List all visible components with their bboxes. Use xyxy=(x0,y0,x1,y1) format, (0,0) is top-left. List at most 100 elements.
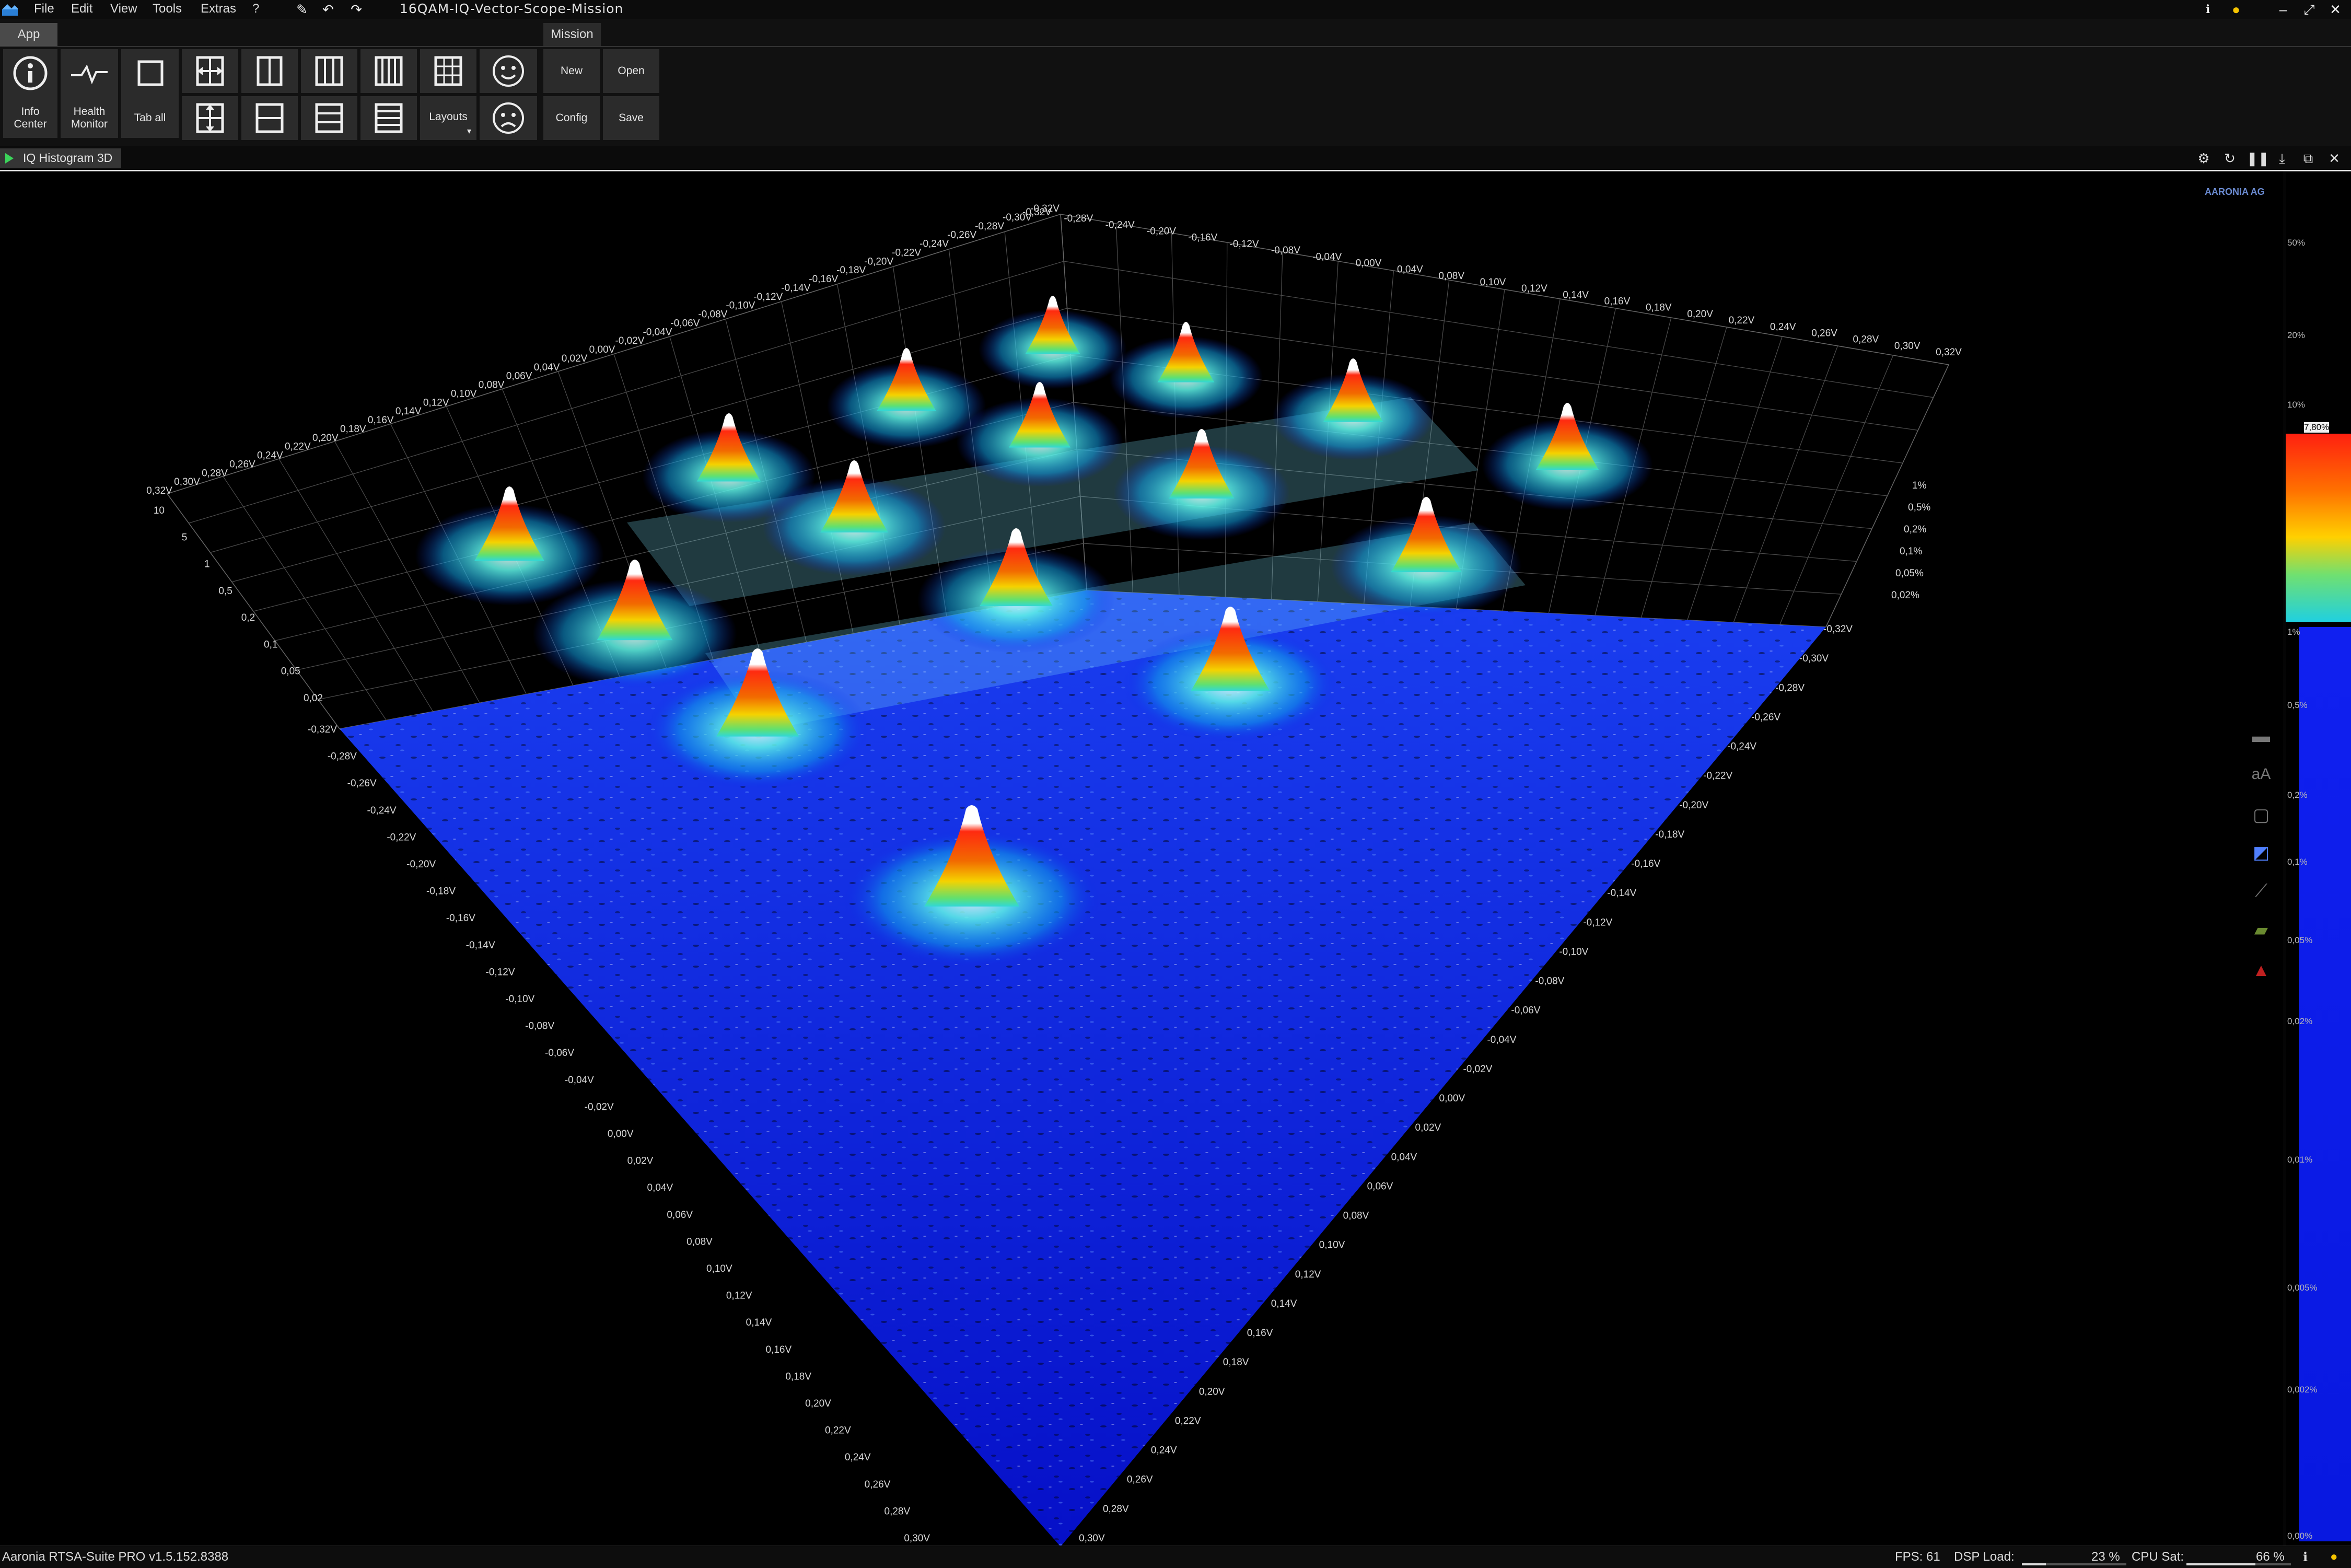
undo-icon[interactable]: ↶ xyxy=(320,1,336,18)
health-monitor-label: Health Monitor xyxy=(71,106,108,130)
cpu-sat-label: CPU Sat: xyxy=(2132,1550,2184,1564)
surface-icon[interactable]: ▰ xyxy=(2249,920,2273,944)
redo-icon[interactable]: ↷ xyxy=(348,1,365,18)
i-axis-back-label: 0,26V xyxy=(229,459,255,470)
smiley-icon xyxy=(493,55,524,87)
i-axis-front-label: 0,16V xyxy=(766,1344,792,1355)
health-monitor-button[interactable]: Health Monitor xyxy=(61,49,118,138)
three-columns-icon xyxy=(315,56,343,86)
color-scale-gradient[interactable] xyxy=(2286,434,2351,622)
q-axis-front-label: 0,18V xyxy=(1223,1357,1249,1368)
happy-face-button[interactable] xyxy=(480,49,537,93)
sad-face-button[interactable] xyxy=(480,96,537,140)
menu-extras[interactable]: Extras xyxy=(201,2,236,16)
height-axis-left-label: 0,02 xyxy=(304,693,323,704)
color-map-icon[interactable]: ◩ xyxy=(2249,842,2273,866)
two-columns-icon xyxy=(257,56,283,86)
i-axis-front-label: -0,28V xyxy=(328,751,357,762)
q-axis-front-label: -0,26V xyxy=(1751,712,1780,723)
q-axis-front-label: -0,06V xyxy=(1511,1005,1540,1016)
pause-icon[interactable]: ❚❚ xyxy=(2247,149,2269,167)
q-axis-back-label: 0,12V xyxy=(1521,283,1547,294)
close-icon[interactable]: ✕ xyxy=(2325,1,2346,18)
i-axis-back-label: -0,14V xyxy=(781,283,810,294)
i-axis-back-label: 0,22V xyxy=(285,442,311,452)
settings-gear-icon[interactable]: ⚙ xyxy=(2194,149,2213,167)
height-axis-left-label: 1 xyxy=(204,559,210,570)
q-axis-back-label: 0,10V xyxy=(1480,277,1506,288)
i-axis-front-label: 0,18V xyxy=(785,1371,811,1382)
height-axis-left-label: 5 xyxy=(182,532,188,543)
tab-app[interactable]: App xyxy=(0,23,57,46)
i-axis-front-label: 0,24V xyxy=(845,1452,871,1463)
font-size-icon[interactable]: aA xyxy=(2249,765,2273,789)
tab-all-button[interactable]: Tab all xyxy=(121,49,179,138)
menu-tools[interactable]: Tools xyxy=(153,2,182,16)
q-axis-back-label: -0,28V xyxy=(1064,213,1093,224)
download-icon[interactable]: ⤓ xyxy=(2273,149,2291,167)
q-axis-back-label: -0,20V xyxy=(1147,226,1176,237)
menu-view[interactable]: View xyxy=(110,2,137,16)
mission-save-button[interactable]: Save xyxy=(603,96,659,140)
q-axis-back-label: 0,30V xyxy=(1894,341,1921,352)
close-view-icon[interactable]: ✕ xyxy=(2325,149,2344,167)
layouts-dropdown-button[interactable]: Layouts ▾ xyxy=(420,96,476,140)
play-icon[interactable] xyxy=(5,153,14,164)
notification-icon[interactable]: ● xyxy=(2228,1,2244,18)
i-axis-front-label: 0,08V xyxy=(686,1236,713,1247)
tab-mission[interactable]: Mission xyxy=(543,23,601,46)
i-axis-front-label: -0,24V xyxy=(367,805,397,816)
layout-2-rows-button[interactable] xyxy=(241,96,298,140)
frame-icon[interactable]: ▢ xyxy=(2249,805,2273,829)
iq-histogram-3d-plot[interactable]: 0,32V0,30V0,28V0,26V0,24V0,22V0,20V0,18V… xyxy=(0,171,2351,1546)
i-axis-front-label: 0,04V xyxy=(647,1182,673,1193)
layout-4-rows-button[interactable] xyxy=(360,96,417,140)
layout-horizontal-arrows-button[interactable] xyxy=(182,49,238,93)
status-notification-icon[interactable]: ● xyxy=(2330,1550,2338,1564)
info-center-button[interactable]: Info Center xyxy=(3,49,57,138)
menu-help[interactable]: ? xyxy=(252,2,259,16)
i-axis-back-label: -0,12V xyxy=(753,292,783,303)
layout-4-columns-button[interactable] xyxy=(360,49,417,93)
color-scale-label: 0,002% xyxy=(2287,1385,2318,1395)
height-axis-right-label: 0,5% xyxy=(1908,502,1930,513)
undock-icon[interactable]: ⧉ xyxy=(2299,149,2318,167)
pulse-icon xyxy=(71,64,108,85)
layout-vertical-arrows-button[interactable] xyxy=(182,96,238,140)
pencil-icon[interactable]: ✎ xyxy=(294,1,310,18)
maximize-icon[interactable]: ⤢ xyxy=(2299,1,2320,18)
i-axis-front-label: -0,22V xyxy=(387,832,416,843)
color-scale-label: 50% xyxy=(2287,238,2306,248)
reset-icon[interactable]: ↻ xyxy=(2220,149,2239,167)
mission-new-button[interactable]: New xyxy=(543,49,600,93)
camera-icon[interactable]: ▬ xyxy=(2249,726,2273,750)
i-axis-front-label: 0,06V xyxy=(667,1210,693,1221)
layout-3-columns-button[interactable] xyxy=(301,49,357,93)
i-axis-front-label: -0,02V xyxy=(585,1101,614,1112)
q-axis-front-label: -0,02V xyxy=(1463,1064,1492,1075)
axis-icon[interactable]: ⟋ xyxy=(2249,881,2273,905)
q-axis-back-label: 0,08V xyxy=(1438,271,1464,282)
menu-file[interactable]: File xyxy=(34,2,54,16)
minimize-icon[interactable]: – xyxy=(2273,1,2294,18)
q-axis-front-label: -0,20V xyxy=(1679,800,1708,811)
i-axis-back-label: -0,16V xyxy=(809,274,838,285)
menu-edit[interactable]: Edit xyxy=(71,2,92,16)
q-axis-back-label: -0,16V xyxy=(1188,233,1217,243)
q-axis-back-label: 0,18V xyxy=(1646,303,1672,313)
layout-3-rows-button[interactable] xyxy=(301,96,357,140)
i-axis-back-label: 0,32V xyxy=(146,485,172,496)
i-axis-back-label: 0,02V xyxy=(562,353,588,364)
color-scale-label: 0,2% xyxy=(2287,790,2308,800)
layout-2-columns-button[interactable] xyxy=(241,49,298,93)
height-axis-right-label: 0,2% xyxy=(1904,524,1926,535)
color-scale-label: 20% xyxy=(2287,330,2306,340)
info-icon[interactable]: ℹ xyxy=(2199,1,2216,18)
layout-grid-button[interactable] xyxy=(420,49,476,93)
i-axis-front-label: -0,10V xyxy=(505,994,534,1005)
i-axis-back-label: 0,10V xyxy=(451,388,477,399)
peak-icon[interactable]: ▲ xyxy=(2249,960,2273,984)
mission-open-button[interactable]: Open xyxy=(603,49,659,93)
status-info-icon[interactable]: ℹ xyxy=(2303,1550,2308,1565)
mission-config-button[interactable]: Config xyxy=(543,96,600,140)
